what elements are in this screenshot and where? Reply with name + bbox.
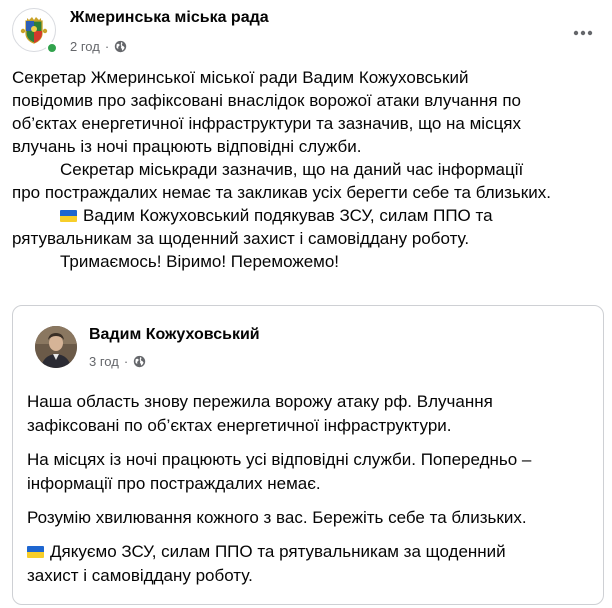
post-text-line: об’єктах енергетичної інфраструктури та … [12, 114, 522, 133]
shared-post-meta: 3 год · [89, 352, 146, 370]
author-name[interactable]: Вадим Кожуховський [89, 326, 260, 344]
shared-paragraph: Наша область знову пережила ворожу атаку… [27, 390, 595, 438]
post-text: Секретар Жмеринської міської ради Вадим … [12, 66, 602, 273]
post-time[interactable]: 2 год [70, 39, 100, 54]
post-text-line: рятувальникам за щоденний захист і самов… [12, 229, 470, 248]
post-text-line: Секретар Жмеринської міської ради Вадим … [12, 68, 469, 87]
post-text-line: Вадим Кожуховський подякував ЗСУ, силам … [12, 204, 602, 227]
shared-text-line: інформації про постраждалих немає. [27, 474, 321, 493]
shared-post-time[interactable]: 3 год [89, 354, 119, 369]
page-avatar[interactable] [12, 8, 58, 54]
facebook-post: Жмеринська міська рада 2 год · Секретар … [0, 0, 612, 608]
author-avatar[interactable] [35, 326, 77, 368]
post-text-line: Секретар міськради зазначив, що на даний… [60, 160, 524, 179]
post-text-line: влучань із ночі працюють відповідні служ… [12, 137, 362, 156]
shared-text-line: Розумію хвилювання кожного з вас. Бережі… [27, 508, 527, 527]
post-text-line: Тримаємось! Віримо! Переможемо! [60, 252, 340, 271]
more-options-button[interactable] [566, 16, 600, 50]
shared-text-line: Наша область знову пережила ворожу атаку… [27, 392, 493, 411]
shared-text-line: захист і самовіддану роботу. [27, 566, 253, 585]
post-text-line: про постраждалих немає та закликав усіх … [12, 183, 551, 202]
page-name[interactable]: Жмеринська міська рада [70, 9, 269, 27]
shared-post-text: Наша область знову пережила ворожу атаку… [27, 390, 595, 598]
globe-icon[interactable] [133, 355, 146, 368]
shared-text-line: На місцях із ночі працюють усі відповідн… [27, 450, 532, 469]
post-text-line-content: Вадим Кожуховський подякував ЗСУ, силам … [83, 206, 493, 225]
author-photo-icon [35, 326, 77, 368]
shared-text-line: зафіксовані по об’єктах енергетичної інф… [27, 416, 452, 435]
more-horizontal-icon [573, 30, 593, 36]
meta-separator: · [104, 38, 110, 54]
ukraine-flag-icon [60, 210, 77, 222]
meta-separator: · [123, 353, 129, 369]
globe-icon[interactable] [114, 40, 127, 53]
shared-paragraph: Розумію хвилювання кожного з вас. Бережі… [27, 506, 595, 530]
post-text-line: повідомив про зафіксовані внаслідок воро… [12, 91, 522, 110]
shared-post-card[interactable]: Вадим Кожуховський 3 год · Наша область … [12, 305, 604, 605]
post-header: Жмеринська міська рада 2 год · [0, 0, 612, 64]
shared-paragraph: На місцях із ночі працюють усі відповідн… [27, 448, 595, 496]
shared-paragraph: Дякуємо ЗСУ, силам ППО та рятувальникам … [27, 540, 595, 588]
ukraine-flag-icon [27, 546, 44, 558]
shared-text-line: Дякуємо ЗСУ, силам ППО та рятувальникам … [50, 542, 506, 561]
post-meta: 2 год · [70, 37, 127, 55]
online-status-dot [46, 42, 58, 54]
